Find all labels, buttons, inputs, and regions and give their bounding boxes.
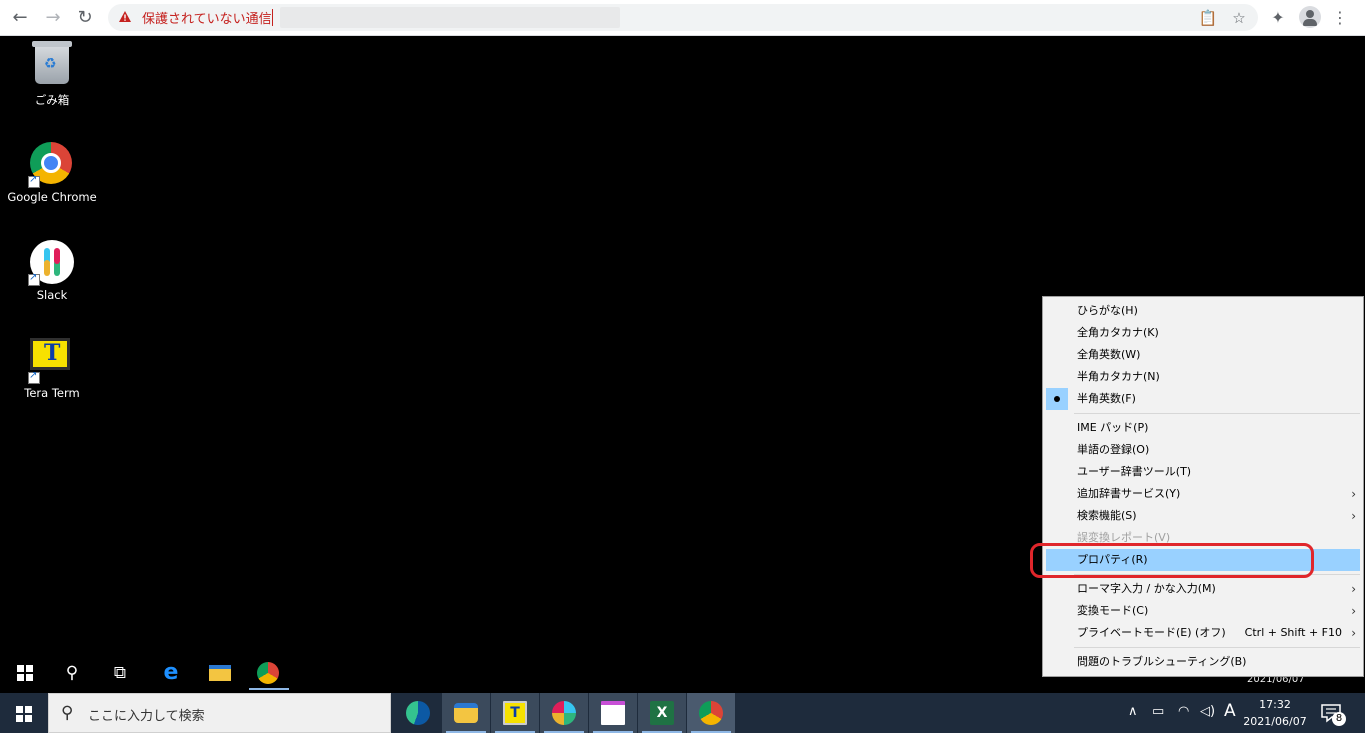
menu-item-troubleshooting[interactable]: 問題のトラブルシューティング(B) [1046, 651, 1360, 673]
taskbar-app-edge[interactable] [394, 693, 442, 733]
notepad-icon [601, 701, 625, 725]
menu-item-zenkaku-eisu[interactable]: 全角英数(W) [1046, 344, 1360, 366]
desktop-icon-label: Google Chrome [7, 190, 97, 204]
shortcut-arrow-icon [28, 174, 40, 188]
submenu-chevron-icon: › [1351, 582, 1356, 596]
search-icon: ⚲ [61, 703, 74, 723]
windows-logo-icon [16, 706, 32, 722]
start-button[interactable] [0, 693, 48, 733]
menu-separator [1074, 413, 1360, 414]
menu-item-add-dictionary[interactable]: 追加辞書サービス(Y) › [1046, 483, 1360, 505]
taskbar-app-notepad[interactable] [589, 693, 637, 733]
menu-item-hankaku-katakana[interactable]: 半角カタカナ(N) [1046, 366, 1360, 388]
taskbar-app-chrome[interactable] [687, 693, 735, 733]
taskbar-app-excel[interactable]: X [638, 693, 686, 733]
clock-time: 17:32 [1259, 698, 1291, 711]
browser-toolbar: ← → ↻ 保護されていない通信 📋 ☆ ✦ ⋮ [0, 0, 1365, 36]
taskbar-clock[interactable]: 17:32 2021/06/07 [1243, 696, 1307, 730]
taskbar-app-slack[interactable] [540, 693, 588, 733]
remote-start-icon[interactable] [11, 660, 39, 686]
shortcut-arrow-icon [28, 272, 40, 286]
menu-item-hankaku-eisu[interactable]: 半角英数(F) [1046, 388, 1360, 410]
submenu-chevron-icon: › [1351, 487, 1356, 501]
submenu-chevron-icon: › [1351, 604, 1356, 618]
remote-search-icon[interactable]: ⚲ [58, 660, 86, 686]
remote-explorer-icon[interactable] [206, 660, 234, 686]
desktop-icon-label: ごみ箱 [34, 93, 70, 107]
omnibox-divider [272, 9, 273, 26]
warning-icon [119, 11, 131, 22]
notification-count-badge: 8 [1332, 712, 1346, 726]
taskbar-app-tera-term[interactable]: T [491, 693, 539, 733]
submenu-chevron-icon: › [1351, 509, 1356, 523]
remote-active-indicator [249, 688, 289, 690]
desktop-icon-label: Tera Term [24, 386, 80, 400]
recycle-bin-icon: ♻ [30, 41, 74, 88]
desktop-icon-google-chrome[interactable]: Google Chrome [6, 142, 98, 204]
menu-item-hiragana[interactable]: ひらがな(H) [1046, 300, 1360, 322]
extensions-puzzle-icon[interactable]: ✦ [1266, 6, 1290, 30]
folder-icon [454, 703, 478, 723]
menu-item-search[interactable]: 検索機能(S) › [1046, 505, 1360, 527]
menu-item-user-dictionary[interactable]: ユーザー辞書ツール(T) [1046, 461, 1360, 483]
bookmark-star-icon[interactable]: ☆ [1229, 8, 1249, 28]
highlight-annotation-ring [1030, 543, 1314, 578]
remote-task-view-icon[interactable]: ⧉ [106, 660, 134, 686]
tray-overflow-chevron-icon[interactable]: ∧ [1128, 704, 1138, 719]
desktop-icon-recycle-bin[interactable]: ♻ ごみ箱 [6, 41, 98, 108]
shortcut-arrow-icon [28, 370, 40, 384]
submenu-chevron-icon: › [1351, 626, 1356, 640]
chrome-icon [28, 142, 74, 188]
search-placeholder: ここに入力して検索 [88, 709, 205, 724]
tera-term-icon: T [503, 701, 527, 725]
security-status[interactable]: 保護されていない通信 [142, 8, 272, 27]
wifi-icon[interactable]: ◠ [1178, 704, 1189, 719]
profile-avatar-icon[interactable] [1299, 6, 1321, 28]
radio-selected-icon [1046, 388, 1068, 410]
back-icon[interactable]: ← [8, 6, 32, 30]
desktop-icon-slack[interactable]: Slack [6, 240, 98, 302]
url-text-redacted[interactable] [280, 7, 620, 28]
ime-mode-indicator[interactable]: A [1224, 701, 1236, 721]
battery-icon[interactable]: ▭ [1152, 704, 1164, 719]
excel-icon: X [650, 701, 674, 725]
clock-date: 2021/06/07 [1243, 715, 1307, 728]
menu-item-private-mode[interactable]: プライベートモード(E) (オフ) Ctrl + Shift + F10 › [1046, 622, 1360, 644]
slack-icon [28, 240, 74, 286]
menu-separator [1074, 647, 1360, 648]
browser-menu-icon[interactable]: ⋮ [1328, 6, 1352, 30]
menu-item-zenkaku-katakana[interactable]: 全角カタカナ(K) [1046, 322, 1360, 344]
clipboard-icon[interactable]: 📋 [1198, 8, 1218, 28]
remote-ie-icon[interactable]: e [157, 660, 185, 686]
taskbar-search-box[interactable]: ⚲ ここに入力して検索 [48, 693, 391, 733]
taskbar-app-explorer[interactable] [442, 693, 490, 733]
slack-icon [552, 701, 576, 725]
desktop-icon-label: Slack [36, 288, 68, 302]
ime-context-menu: ひらがな(H) 全角カタカナ(K) 全角英数(W) 半角カタカナ(N) 半角英数… [1042, 296, 1364, 677]
address-bar[interactable]: 保護されていない通信 📋 ☆ [108, 4, 1258, 31]
desktop-icon-tera-term[interactable]: T Tera Term [6, 338, 98, 400]
menu-item-word-register[interactable]: 単語の登録(O) [1046, 439, 1360, 461]
menu-item-conversion-mode[interactable]: 変換モード(C) › [1046, 600, 1360, 622]
menu-item-romaji-kana[interactable]: ローマ字入力 / かな入力(M) › [1046, 578, 1360, 600]
chrome-icon [699, 701, 723, 725]
menu-item-ime-pad[interactable]: IME パッド(P) [1046, 417, 1360, 439]
remote-chrome-icon[interactable] [254, 660, 282, 686]
reload-icon[interactable]: ↻ [73, 6, 97, 30]
windows-taskbar: ⚲ ここに入力して検索 T X ∧ ▭ ◠ ◁) A 17:32 2021/06… [0, 693, 1365, 733]
volume-icon[interactable]: ◁) [1200, 704, 1215, 719]
tera-term-icon: T [28, 338, 74, 384]
edge-icon [406, 701, 430, 725]
forward-icon[interactable]: → [41, 6, 65, 30]
